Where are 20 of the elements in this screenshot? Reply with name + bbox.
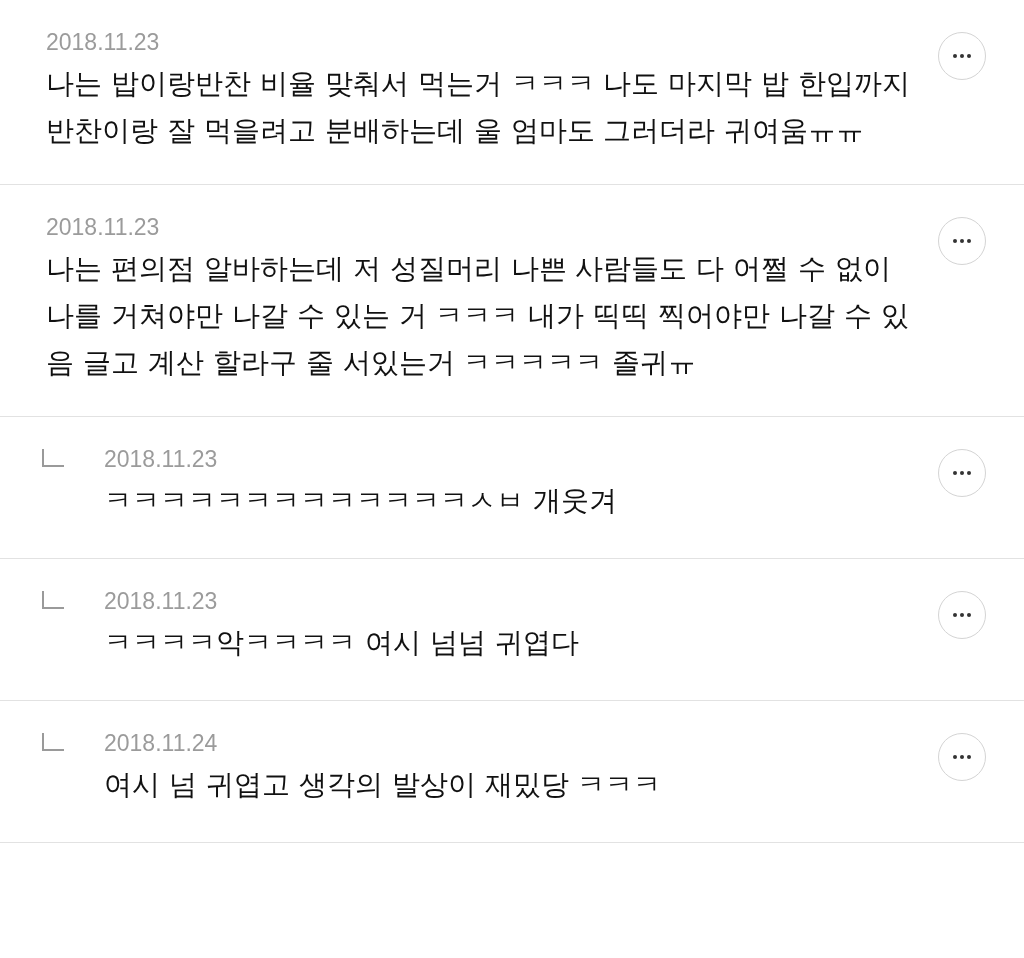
- comment-date: 2018.11.23: [46, 28, 161, 57]
- more-icon: [953, 54, 971, 58]
- comment-text: 나는 편의점 알바하는데 저 성질머리 나쁜 사람들도 다 어쩔 수 없이 나를 거쳐야만 나갈 수 있는 거 ㅋㅋㅋ 내가 띡띡 찍어야만 나갈 수 있음 글고 계산 할라구 줄 서있는거 ㅋㅋㅋㅋㅋ 졸귀ㅠ: [46, 251, 910, 381]
- comment-date: 2018.11.23: [46, 213, 161, 242]
- comment-text: 여시 넘 귀엽고 생각의 발상이 재밌당 ㅋㅋㅋ: [104, 767, 663, 803]
- more-options-button[interactable]: [938, 217, 986, 265]
- comment-text: ㅋㅋㅋㅋㅋㅋㅋㅋㅋㅋㅋㅋㅋㅅㅂ 개웃겨: [104, 483, 618, 519]
- more-icon: [953, 471, 971, 475]
- comment-text: ㅋㅋㅋㅋ악ㅋㅋㅋㅋ 여시 넘넘 귀엽다: [104, 625, 580, 661]
- more-icon: [953, 755, 971, 759]
- comment-text: 나는 밥이랑반찬 비율 맞춰서 먹는거 ㅋㅋㅋ 나도 마지막 밥 한입까지 반찬이랑 잘 먹을려고 분배하는데 울 엄마도 그러더라 귀여움ㅠㅠ: [46, 66, 912, 149]
- more-icon: [953, 613, 971, 617]
- more-options-button[interactable]: [938, 591, 986, 639]
- more-options-button[interactable]: [938, 449, 986, 497]
- more-icon: [953, 239, 971, 243]
- comment-date: 2018.11.23: [104, 587, 219, 616]
- more-options-button[interactable]: [938, 733, 986, 781]
- comment-date: 2018.11.24: [104, 729, 219, 758]
- comment-date: 2018.11.23: [104, 445, 219, 474]
- more-options-button[interactable]: [938, 32, 986, 80]
